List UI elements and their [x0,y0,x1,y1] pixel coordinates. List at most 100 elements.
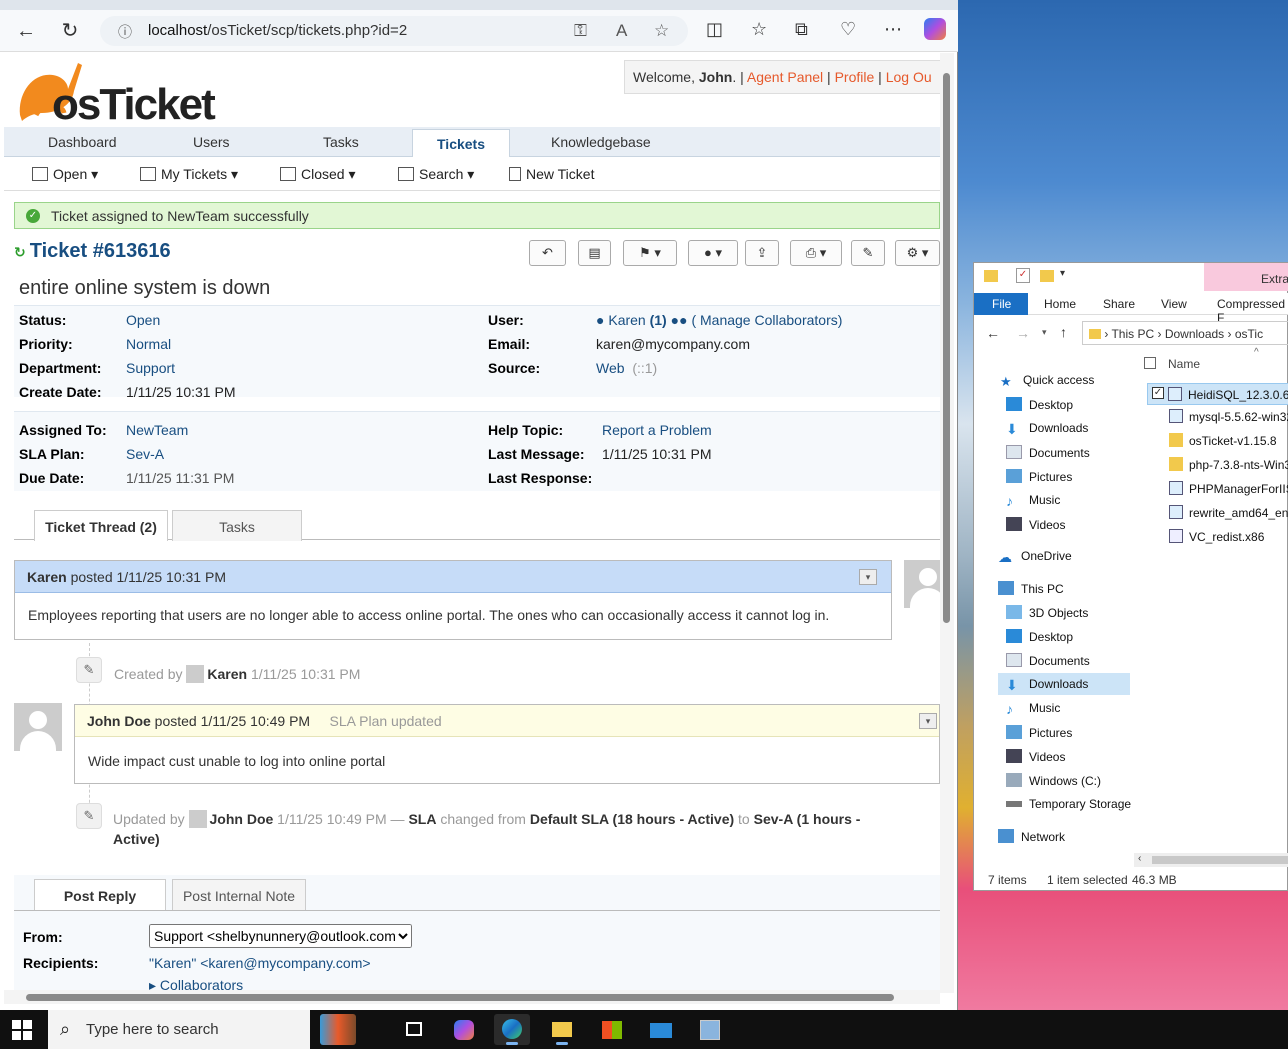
forward-icon[interactable]: → [1016,325,1030,341]
scroll-left-icon[interactable]: ‹ [1138,853,1141,864]
horizontal-scrollbar[interactable] [4,990,940,1004]
refresh-icon[interactable]: ↻ [58,19,82,43]
sidebar-this-pc[interactable]: This PC [998,581,1064,596]
key-icon[interactable]: ⚿ [574,21,587,41]
copilot-icon[interactable] [924,18,946,40]
transfer-button[interactable]: ⇪ [745,240,779,266]
ribbon-file[interactable]: File [974,293,1028,315]
search-menu[interactable]: Search ▾ [398,166,474,183]
file-item[interactable]: mysql-5.5.62-win32 [1169,409,1288,424]
back-icon[interactable]: ← [986,325,1000,341]
sidebar-onedrive[interactable]: ☁ OneDrive [998,549,1072,565]
file-checkbox[interactable]: ✓ [1152,387,1164,399]
file-item[interactable]: osTicket-v1.15.8 [1169,433,1277,448]
sidebar-documents-pc[interactable]: Documents [1006,653,1090,668]
split-screen-icon[interactable]: ◫ [706,19,723,40]
from-select[interactable]: Support <shelbynunnery@outlook.com> [149,924,412,948]
sidebar-windows-c[interactable]: Windows (C:) [1006,773,1101,788]
user-link[interactable]: Karen [608,312,645,328]
edit-button[interactable]: ✎ [851,240,885,266]
sidebar-desktop-pc[interactable]: Desktop [1006,629,1073,644]
tab-tickets[interactable]: Tickets [412,129,510,158]
sidebar-3d-objects[interactable]: 3D Objects [1006,605,1088,620]
microsoft-store-icon[interactable] [594,1014,630,1045]
mail-icon[interactable] [643,1014,679,1045]
tab-users[interactable]: Users [193,134,230,150]
closed-tickets-menu[interactable]: Closed ▾ [280,166,356,183]
edge-icon[interactable] [494,1014,530,1045]
sidebar-music[interactable]: ♪ Music [1006,493,1060,509]
extract-tab[interactable]: Extra [1204,263,1288,291]
open-tickets-menu[interactable]: Open ▾ [32,166,98,183]
sidebar-videos[interactable]: Videos [1006,517,1065,532]
tab-strip[interactable] [0,0,958,10]
tab-post-reply[interactable]: Post Reply [34,879,166,910]
news-widget-icon[interactable] [320,1014,356,1045]
sidebar-downloads-pc[interactable]: ⬇ Downloads [998,673,1130,695]
sidebar-desktop[interactable]: Desktop [1006,397,1073,412]
message-options-dropdown[interactable]: ▾ [919,713,937,729]
sidebar-videos-pc[interactable]: Videos [1006,749,1065,764]
taskbar-search[interactable]: ⌕ Type here to search [48,1010,310,1049]
message-options-dropdown[interactable]: ▾ [859,569,877,585]
file-item[interactable]: PHPManagerForIIS_ [1169,481,1288,496]
windows-start-icon[interactable] [12,1020,32,1040]
new-ticket-link[interactable]: New Ticket [509,166,594,182]
favorite-star-icon[interactable]: ☆ [654,21,669,41]
performance-icon[interactable]: ♡ [840,19,856,40]
ribbon-share[interactable]: Share [1103,297,1135,311]
flag-button[interactable]: ⚑ ▾ [623,240,677,266]
task-view-icon[interactable] [396,1014,432,1045]
logout-link[interactable]: Log Ou [886,69,932,85]
settings-button[interactable]: ⚙ ▾ [895,240,940,266]
back-icon[interactable]: ← [14,19,38,43]
select-all-checkbox[interactable] [1144,357,1156,369]
file-item[interactable]: php-7.3.8-nts-Win3 [1169,457,1288,472]
vertical-scrollbar[interactable] [940,53,954,993]
ribbon-view[interactable]: View [1161,297,1187,311]
agent-panel-link[interactable]: Agent Panel [747,69,823,85]
tab-dashboard[interactable]: Dashboard [48,134,117,150]
column-name[interactable]: Name [1168,357,1200,371]
collections-icon[interactable]: ⧉ [795,19,808,40]
read-aloud-icon[interactable]: A [616,21,627,41]
url-field[interactable]: ⓘ localhost/osTicket/scp/tickets.php?id=… [100,16,688,46]
print-button[interactable]: ⎙ ▾ [790,240,842,266]
file-item[interactable]: rewrite_amd64_en- [1169,505,1288,520]
quick-access-dropdown-icon[interactable]: ▾ [1060,268,1065,279]
info-icon[interactable]: ⓘ [118,22,132,42]
up-icon[interactable]: ↑ [1060,324,1067,340]
my-tickets-menu[interactable]: My Tickets ▾ [140,166,238,183]
more-icon[interactable]: ⋯ [884,19,902,40]
sidebar-quick-access[interactable]: ★ Quick access [1000,373,1094,389]
tab-tasks[interactable]: Tasks [323,134,359,150]
file-item[interactable]: HeidiSQL_12.3.0.65 [1168,387,1288,402]
tab-thread-tasks[interactable]: Tasks [172,510,302,541]
properties-icon[interactable]: ✓ [1016,268,1030,283]
recent-dropdown-icon[interactable]: ▾ [1042,327,1047,338]
assign-button[interactable]: ● ▾ [688,240,738,266]
sidebar-temporary-storage[interactable]: Temporary Storage [1006,797,1131,811]
manage-collaborators-link[interactable]: ( Manage Collaborators) [691,312,842,328]
tab-ticket-thread[interactable]: Ticket Thread (2) [34,510,168,541]
note-button[interactable]: ▤ [578,240,611,266]
copilot-icon[interactable] [446,1014,482,1045]
ribbon-home[interactable]: Home [1044,297,1076,311]
sidebar-pictures[interactable]: Pictures [1006,469,1072,484]
sidebar-documents[interactable]: Documents [1006,445,1090,460]
favorites-icon[interactable]: ☆ [751,19,767,40]
sidebar-network[interactable]: Network [998,829,1065,844]
new-folder-icon[interactable] [1040,270,1054,282]
installer-app-icon[interactable] [692,1014,728,1045]
profile-link[interactable]: Profile [835,69,875,85]
tab-post-internal-note[interactable]: Post Internal Note [172,879,306,910]
file-item[interactable]: VC_redist.x86 [1169,529,1264,544]
reply-button[interactable]: ↶ [529,240,566,266]
refresh-icon[interactable]: ↻ [14,244,26,260]
explorer-hscroll[interactable]: ‹ [1134,853,1288,867]
sidebar-music-pc[interactable]: ♪ Music [1006,701,1060,717]
sidebar-downloads[interactable]: ⬇ Downloads [1006,421,1088,437]
tab-knowledgebase[interactable]: Knowledgebase [551,134,651,150]
explorer-path[interactable]: › This PC › Downloads › osTic [1082,321,1288,345]
sidebar-pictures-pc[interactable]: Pictures [1006,725,1072,740]
